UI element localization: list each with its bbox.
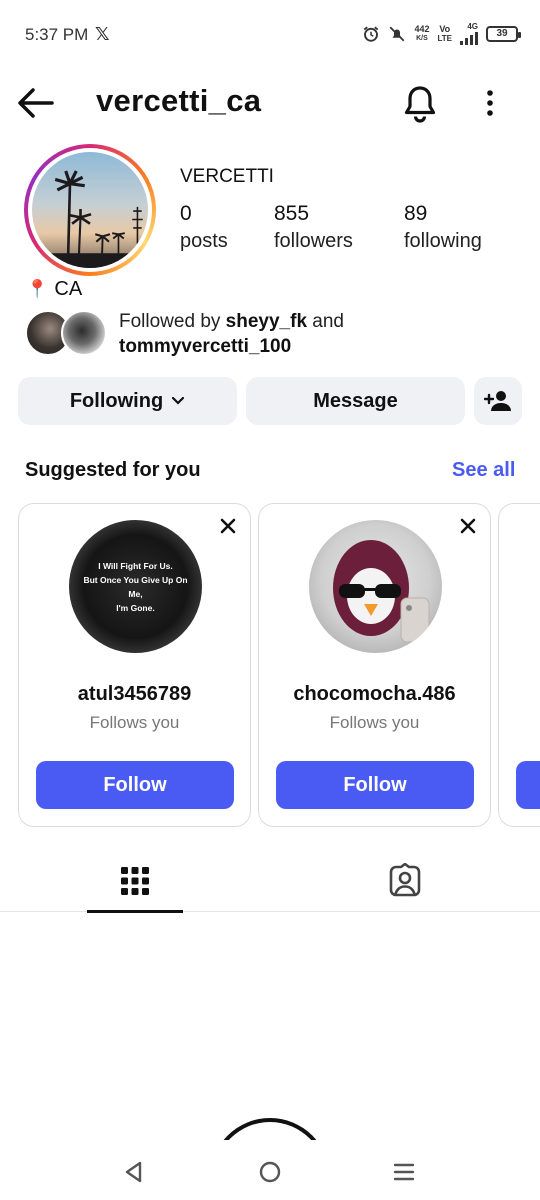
suggestion-card-partial[interactable] (498, 503, 540, 827)
followed-by-text[interactable]: Followed by sheyy_fk and tommyvercetti_1… (119, 309, 344, 359)
status-icons: 442 K/S Vo LTE 4G 39 (362, 22, 521, 45)
dismiss-suggestion-button[interactable] (218, 516, 238, 536)
net-speed-value: 442 (414, 23, 430, 34)
avatar (61, 310, 107, 356)
close-icon (220, 518, 236, 534)
posts-stat[interactable]: 0 posts (180, 202, 228, 253)
follow-button-partial[interactable] (516, 761, 540, 809)
profile-avatar[interactable] (24, 144, 156, 276)
notifications-button[interactable] (402, 83, 438, 123)
message-button-label: Message (313, 389, 398, 412)
net-speed-unit: K/S (416, 34, 428, 42)
menu-lines-icon (393, 1163, 415, 1181)
duck-photo (333, 540, 430, 643)
followed-by-and: and (307, 311, 344, 332)
see-all-link[interactable]: See all (452, 459, 515, 482)
followed-by-user-1: sheyy_fk (225, 311, 308, 332)
suggestion-card[interactable]: chocomocha.486 Follows you Follow (258, 503, 491, 827)
system-recents-button[interactable] (386, 1154, 422, 1190)
suggestion-subtitle: Follows you (89, 713, 180, 732)
network-indicator: 4G (460, 22, 478, 45)
location-text: CA (54, 278, 83, 300)
location: 📍 CA (26, 278, 82, 301)
net-speed: 442 K/S (414, 23, 430, 43)
avatar-quote-line-2: But Once You Give Up On Me, (83, 574, 188, 599)
battery-level: 39 (496, 28, 508, 39)
suggestion-card[interactable]: I Will Fight For Us. But Once You Give U… (18, 503, 251, 827)
system-home-button[interactable] (252, 1154, 288, 1190)
avatar-quote-line-1: I Will Fight For Us. (98, 560, 173, 571)
followed-by-prefix: Followed by (119, 311, 226, 332)
posts-label: posts (180, 230, 228, 252)
palm-trees-image (32, 170, 148, 268)
volte-top: Vo (439, 23, 451, 34)
suggested-title: Suggested for you (25, 459, 201, 481)
network-type: 4G (467, 22, 478, 31)
page-title: vercetti_ca (96, 83, 262, 118)
chevron-down-icon (172, 396, 185, 405)
followed-by-user-2: tommyvercetti_100 (119, 336, 292, 357)
suggest-people-button[interactable] (474, 377, 522, 425)
profile-header: vercetti_ca (0, 75, 540, 131)
following-count: 89 (404, 202, 428, 225)
volte-indicator: Vo LTE (437, 23, 452, 43)
location-pin-icon: 📍 (26, 279, 49, 299)
volte-bottom: LTE (437, 33, 452, 43)
circle-home-icon (259, 1161, 281, 1183)
mutual-followers-avatars[interactable] (25, 310, 109, 356)
system-back-button[interactable] (116, 1154, 152, 1190)
following-button[interactable]: Following (18, 377, 237, 425)
more-vertical-icon (487, 90, 493, 116)
followers-count: 855 (274, 202, 310, 225)
tagged-person-icon (389, 863, 421, 897)
more-options-button[interactable] (478, 85, 502, 121)
status-bar: 5:37 PM 𝕏 442 K/S Vo LTE 4G 39 (0, 0, 540, 70)
follow-button[interactable]: Follow (276, 761, 474, 809)
profile-tabs (0, 850, 540, 913)
message-button[interactable]: Message (246, 377, 465, 425)
display-name: VERCETTI (180, 166, 274, 187)
back-button[interactable] (16, 85, 56, 121)
avatar-quote-text: I Will Fight For Us. But Once You Give U… (76, 559, 196, 615)
profile-photo (32, 152, 148, 268)
following-label: following (404, 230, 482, 252)
x-icon: 𝕏 (95, 24, 110, 44)
signal-icon (460, 31, 478, 45)
suggestion-subtitle: Follows you (329, 713, 420, 732)
suggestion-username[interactable]: chocomocha.486 (259, 683, 490, 706)
alarm-icon (364, 26, 379, 42)
avatar[interactable]: I Will Fight For Us. But Once You Give U… (69, 520, 202, 653)
close-icon (460, 518, 476, 534)
status-time: 5:37 PM (25, 25, 89, 44)
grid-icon (121, 867, 149, 895)
arrow-left-icon (18, 88, 54, 118)
bell-icon (404, 86, 436, 123)
battery-icon: 39 (486, 25, 521, 42)
tab-posts-grid[interactable] (87, 850, 183, 913)
mute-bell-icon (390, 26, 405, 41)
follow-button[interactable]: Follow (36, 761, 234, 809)
posts-count: 0 (180, 202, 192, 225)
following-stat[interactable]: 89 following (404, 202, 482, 253)
triangle-back-icon (125, 1161, 142, 1183)
dismiss-suggestion-button[interactable] (458, 516, 478, 536)
followers-label: followers (274, 230, 353, 252)
add-user-icon (484, 391, 511, 411)
system-nav-bar (0, 1140, 540, 1200)
avatar-quote-line-3: I'm Gone. (116, 602, 155, 613)
tab-tagged[interactable] (357, 850, 453, 912)
following-button-label: Following (69, 389, 164, 412)
avatar[interactable] (309, 520, 442, 653)
followers-stat[interactable]: 855 followers (274, 202, 353, 253)
suggestion-username[interactable]: atul3456789 (19, 683, 250, 706)
